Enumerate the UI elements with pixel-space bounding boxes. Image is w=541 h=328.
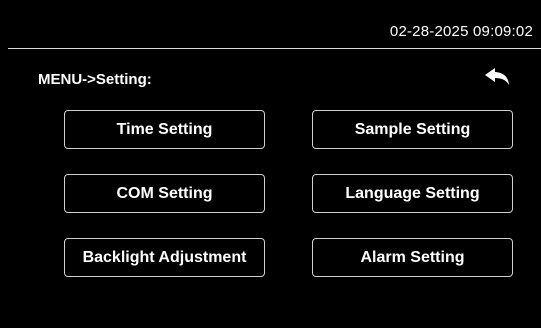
language-setting-button[interactable]: Language Setting [312,174,513,213]
back-button[interactable] [482,62,516,90]
settings-screen: 02-28-2025 09:09:02 MENU->Setting: Time … [0,0,541,328]
com-setting-button[interactable]: COM Setting [64,174,265,213]
back-arrow-icon [485,68,509,85]
status-bar: 02-28-2025 09:09:02 [8,0,541,49]
alarm-setting-button[interactable]: Alarm Setting [312,238,513,277]
time-setting-button[interactable]: Time Setting [64,110,265,149]
datetime-display: 02-28-2025 09:09:02 [389,23,533,40]
page-title: MENU->Setting: [38,71,152,88]
sample-setting-button[interactable]: Sample Setting [312,110,513,149]
backlight-adjustment-button[interactable]: Backlight Adjustment [64,238,265,277]
